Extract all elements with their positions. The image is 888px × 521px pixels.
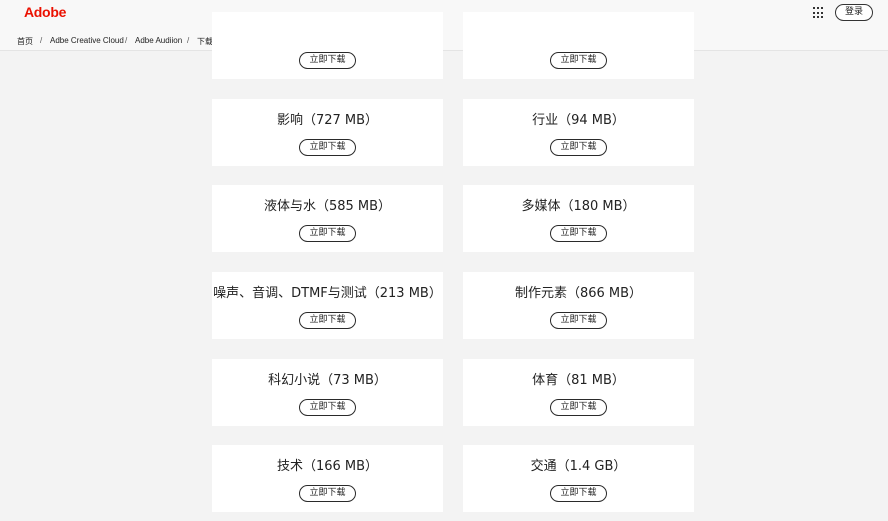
login-button[interactable]: 登录 xyxy=(835,4,873,21)
sound-card: 多媒体（180 MB） 立即下载 xyxy=(463,185,694,252)
download-button[interactable]: 立即下载 xyxy=(299,139,356,156)
download-button[interactable]: 立即下载 xyxy=(299,399,356,416)
card-title: 技术（166 MB） xyxy=(276,459,379,474)
download-button[interactable]: 立即下载 xyxy=(550,52,607,69)
breadcrumb-separator: / xyxy=(187,36,190,45)
card-title: 体育（81 MB） xyxy=(532,373,625,388)
download-button[interactable]: 立即下载 xyxy=(299,52,356,69)
sound-card: 体育（81 MB） 立即下载 xyxy=(463,359,694,426)
card-title: 交通（1.4 GB） xyxy=(530,459,627,474)
download-button[interactable]: 立即下载 xyxy=(550,399,607,416)
card-title: 液体与水（585 MB） xyxy=(263,199,392,214)
adobe-logo[interactable]: Adobe xyxy=(24,4,66,20)
sound-card: 噪声、音调、DTMF与测试（213 MB） 立即下载 xyxy=(212,272,443,339)
download-button[interactable]: 立即下载 xyxy=(550,225,607,242)
breadcrumb-creative-cloud[interactable]: Adbe Creative Cloud xyxy=(50,36,124,45)
download-button[interactable]: 立即下载 xyxy=(299,485,356,502)
download-button[interactable]: 立即下载 xyxy=(299,225,356,242)
breadcrumb-separator: / xyxy=(40,36,43,45)
breadcrumb: 首页 / Adbe Creative Cloud / Adbe Audiion … xyxy=(0,30,888,51)
card-title: 影响（727 MB） xyxy=(276,113,379,128)
breadcrumb-separator: / xyxy=(125,36,128,45)
apps-grid-icon[interactable] xyxy=(813,7,825,19)
breadcrumb-home[interactable]: 首页 xyxy=(17,36,33,47)
sound-card: 交通（1.4 GB） 立即下载 xyxy=(463,445,694,512)
top-navigation-bar: Adobe 登录 xyxy=(0,0,888,30)
download-button[interactable]: 立即下载 xyxy=(299,312,356,329)
sound-card: 技术（166 MB） 立即下载 xyxy=(212,445,443,512)
card-title: 行业（94 MB） xyxy=(532,113,625,128)
download-button[interactable]: 立即下载 xyxy=(550,312,607,329)
sound-card: 影响（727 MB） 立即下载 xyxy=(212,99,443,166)
download-button[interactable]: 立即下载 xyxy=(550,139,607,156)
breadcrumb-audition[interactable]: Adbe Audiion xyxy=(135,36,182,45)
sound-card: 立即下载 xyxy=(212,12,443,79)
sound-card: 制作元素（866 MB） 立即下载 xyxy=(463,272,694,339)
sound-card: 行业（94 MB） 立即下载 xyxy=(463,99,694,166)
card-title: 噪声、音调、DTMF与测试（213 MB） xyxy=(213,286,442,301)
download-button[interactable]: 立即下载 xyxy=(550,485,607,502)
sound-card: 科幻小说（73 MB） 立即下载 xyxy=(212,359,443,426)
sound-card: 立即下载 xyxy=(463,12,694,79)
card-title: 制作元素（866 MB） xyxy=(514,286,643,301)
card-title: 科幻小说（73 MB） xyxy=(268,373,387,388)
card-title: 多媒体（180 MB） xyxy=(521,199,636,214)
sound-card: 液体与水（585 MB） 立即下载 xyxy=(212,185,443,252)
